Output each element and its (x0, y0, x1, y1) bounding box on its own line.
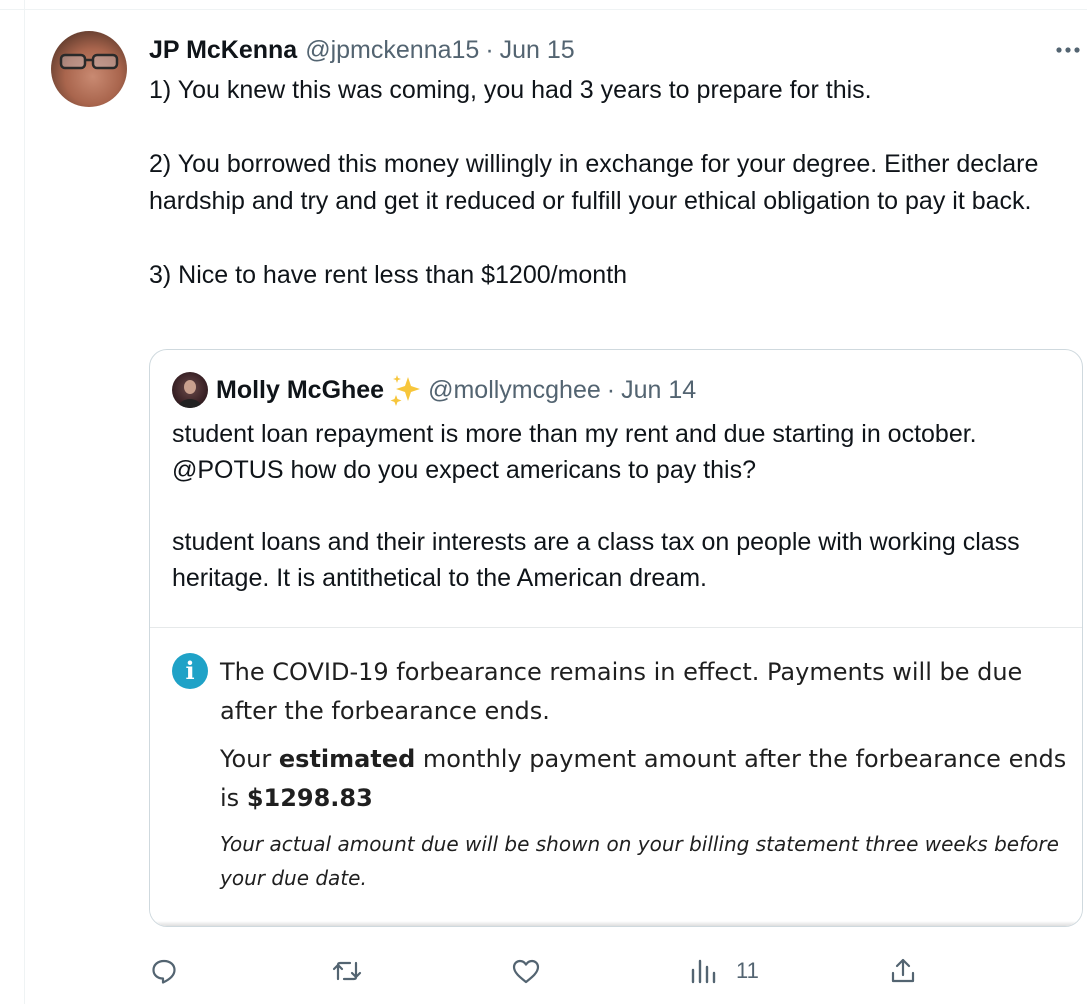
share-button[interactable] (889, 955, 917, 987)
payment-amount: $1298.83 (246, 784, 373, 812)
timeline-top-border (0, 9, 1087, 10)
retweet-button[interactable] (331, 955, 363, 987)
sparkles-icon (388, 373, 422, 407)
estimated-payment-text: Your estimated monthly payment amount af… (220, 740, 1070, 818)
quoted-author-name[interactable]: Molly McGhee (216, 376, 384, 405)
reply-button[interactable] (150, 955, 178, 987)
quoted-author-handle[interactable]: @mollymcghee (428, 376, 601, 405)
author-handle[interactable]: @jpmckenna15 (305, 36, 479, 65)
quoted-header-separator: · (606, 375, 616, 404)
glasses-icon (59, 53, 119, 70)
quoted-media-image[interactable]: i The COVID-19 forbearance remains in ef… (150, 627, 1082, 926)
like-button[interactable] (511, 955, 541, 987)
quoted-paragraph: student loan repayment is more than my r… (172, 420, 977, 484)
tweet-paragraph: 2) You borrowed this money willingly in … (149, 150, 1039, 215)
views-button[interactable]: 11 (690, 955, 759, 987)
views-count: 11 (736, 958, 759, 983)
author-name[interactable]: JP McKenna (149, 36, 297, 65)
quoted-author-avatar[interactable] (172, 372, 208, 408)
timeline-left-border (24, 0, 25, 1004)
reply-icon (152, 959, 176, 984)
estimated-payment-prefix: Your (220, 745, 279, 773)
info-icon: i (172, 653, 208, 689)
forbearance-notice: The COVID-19 forbearance remains in effe… (220, 658, 1023, 725)
tweet-paragraph: 1) You knew this was coming, you had 3 y… (149, 76, 872, 104)
views-icon (691, 959, 716, 984)
media-bottom-edge (150, 921, 1082, 926)
retweet-icon (332, 961, 362, 981)
tweet-header: JP McKenna @jpmckenna15 · Jun 15 (149, 34, 575, 66)
quoted-tweet-text: student loan repayment is more than my r… (172, 416, 1072, 596)
billing-note: Your actual amount due will be shown on … (220, 832, 1059, 890)
tweet-paragraph: 3) Nice to have rent less than $1200/mon… (149, 261, 628, 289)
quoted-tweet[interactable]: Molly McGhee @mollymcghee · Jun 14 stude… (149, 349, 1083, 927)
estimated-word: estimated (278, 745, 416, 773)
quoted-tweet-header: Molly McGhee @mollymcghee · Jun 14 (216, 374, 696, 406)
quoted-paragraph: student loans and their interests are a … (172, 528, 1020, 592)
quoted-tweet-date[interactable]: Jun 14 (621, 376, 696, 405)
like-icon (512, 959, 540, 984)
tweet-text: 1) You knew this was coming, you had 3 y… (149, 72, 1079, 294)
share-icon (891, 958, 915, 983)
author-avatar[interactable] (51, 31, 127, 107)
tweet-date[interactable]: Jun 15 (500, 36, 575, 65)
header-separator: · (485, 35, 494, 64)
more-icon[interactable] (1054, 40, 1082, 60)
